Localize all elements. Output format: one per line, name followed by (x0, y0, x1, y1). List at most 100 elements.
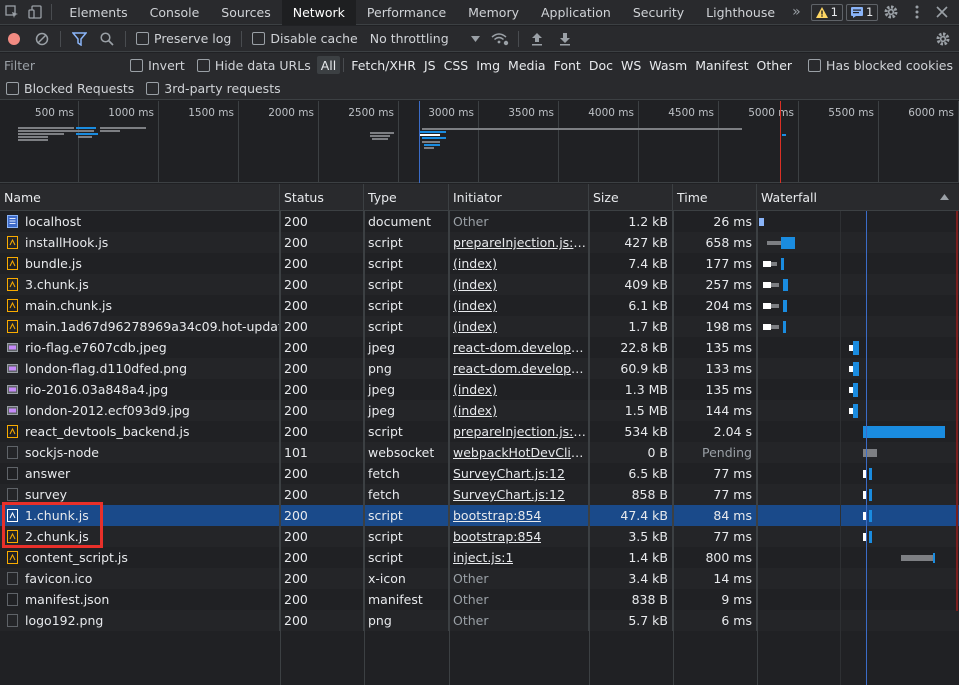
blocked-requests-checkbox[interactable]: Blocked Requests (0, 81, 140, 96)
table-row[interactable]: favicon.ico 200 x-icon Other 3.4 kB 14 ms (0, 568, 959, 589)
initiator-link[interactable]: inject.js:1 (453, 550, 513, 565)
checkbox-box[interactable] (252, 32, 266, 45)
initiator-link[interactable]: (index) (453, 382, 497, 397)
cell-name[interactable]: 2.chunk.js (0, 526, 280, 547)
filter-toggle-button[interactable] (65, 26, 93, 52)
table-row[interactable]: rio-2016.03a848a4.jpg 200 jpeg (index) 1.3 M… (0, 379, 959, 400)
cell-name[interactable]: bundle.js (0, 253, 280, 274)
initiator-link[interactable]: SurveyChart.js:12 (453, 466, 565, 481)
table-row[interactable]: london-flag.d110dfed.png 200 png react-dom.… (0, 358, 959, 379)
table-row[interactable]: localhost 200 document Other 1.2 kB 26 ms (0, 211, 959, 232)
tab-lighthouse[interactable]: Lighthouse (695, 0, 786, 25)
tab-sources[interactable]: Sources (210, 0, 281, 25)
table-row[interactable]: 3.chunk.js 200 script (index) 409 kB 257 ms (0, 274, 959, 295)
type-filter-media[interactable]: Media (504, 56, 550, 74)
initiator-link[interactable]: prepareInjection.js:525 (453, 235, 587, 250)
cell-name[interactable]: manifest.json (0, 589, 280, 610)
table-row[interactable]: sockjs-node 101 websocket webpackHotDevClie… (0, 442, 959, 463)
tab-network[interactable]: Network (281, 0, 356, 25)
has-blocked-cookies-checkbox[interactable]: Has blocked cookies (802, 58, 959, 73)
initiator-link[interactable]: (index) (453, 277, 497, 292)
type-filter-wasm[interactable]: Wasm (645, 56, 691, 74)
network-conditions-button[interactable] (486, 26, 514, 52)
table-row[interactable]: content_script.js 200 script inject.js:1 1.4… (0, 547, 959, 568)
initiator-link[interactable]: SurveyChart.js:12 (453, 487, 565, 502)
throttling-select[interactable]: No throttling (364, 31, 486, 46)
initiator-link[interactable]: (index) (453, 403, 497, 418)
checkbox-box[interactable] (196, 58, 210, 72)
checkbox-box[interactable] (6, 81, 19, 95)
invert-checkbox[interactable]: Invert (124, 58, 191, 73)
import-har-button[interactable] (523, 26, 551, 52)
device-toolbar-icon[interactable] (24, 0, 48, 25)
network-settings-button[interactable] (929, 26, 957, 52)
preserve-log-checkbox[interactable]: Preserve log (130, 31, 237, 46)
checkbox-box[interactable] (146, 81, 160, 95)
initiator-link[interactable]: react-dom.developme… (453, 361, 587, 376)
initiator-link[interactable]: bootstrap:854 (453, 529, 541, 544)
type-filter-img[interactable]: Img (472, 56, 504, 74)
table-row[interactable]: 2.chunk.js 200 script bootstrap:854 3.5 kB 77… (0, 526, 959, 547)
column-header-initiator[interactable]: Initiator (449, 184, 589, 210)
disable-cache-checkbox[interactable]: Disable cache (246, 31, 363, 46)
more-options-icon[interactable] (904, 0, 930, 25)
cell-name[interactable]: sockjs-node (0, 442, 280, 463)
type-filter-ws[interactable]: WS (617, 56, 645, 74)
network-overview-timeline[interactable]: 500 ms 1000 ms 1500 ms 2000 ms 2500 ms 3000 m… (0, 101, 959, 183)
table-row[interactable]: london-2012.ecf093d9.jpg 200 jpeg (index) 1.… (0, 400, 959, 421)
table-row[interactable]: react_devtools_backend.js 200 script prepar… (0, 421, 959, 442)
column-header-name[interactable]: Name (0, 184, 280, 210)
cell-name[interactable]: 1.chunk.js (0, 505, 280, 526)
type-filter-other[interactable]: Other (753, 56, 797, 74)
table-row[interactable]: main.1ad67d96278969a34c09.hot-update.js 2… (0, 316, 959, 337)
settings-gear-icon[interactable] (878, 0, 904, 25)
warnings-badge[interactable]: 1 (810, 3, 843, 21)
column-header-size[interactable]: Size (589, 184, 673, 210)
filter-input[interactable]: Filter (4, 55, 125, 75)
third-party-requests-checkbox[interactable]: 3rd-party requests (140, 81, 286, 96)
cell-name[interactable]: installHook.js (0, 232, 280, 253)
cell-name[interactable]: main.chunk.js (0, 295, 280, 316)
initiator-link[interactable]: prepareInjection.js:525 (453, 424, 587, 439)
type-filter-font[interactable]: Font (550, 56, 585, 74)
type-filter-doc[interactable]: Doc (585, 56, 617, 74)
tab-performance[interactable]: Performance (356, 0, 457, 25)
cell-name[interactable]: logo192.png (0, 610, 280, 631)
table-row[interactable]: installHook.js 200 script prepareInjection.… (0, 232, 959, 253)
table-row[interactable]: main.chunk.js 200 script (index) 6.1 kB 204 m… (0, 295, 959, 316)
tab-console[interactable]: Console (139, 0, 211, 25)
inspect-element-icon[interactable] (0, 0, 24, 25)
cell-name[interactable]: survey (0, 484, 280, 505)
cell-name[interactable]: 3.chunk.js (0, 274, 280, 295)
cell-name[interactable]: localhost (0, 211, 280, 232)
hide-data-urls-checkbox[interactable]: Hide data URLs (191, 58, 317, 73)
table-row[interactable]: bundle.js 200 script (index) 7.4 kB 177 ms (0, 253, 959, 274)
search-button[interactable] (93, 26, 121, 52)
tab-security[interactable]: Security (622, 0, 695, 25)
more-tabs-button[interactable]: » (786, 0, 807, 25)
initiator-link[interactable]: (index) (453, 298, 497, 313)
type-filter-fetch-xhr[interactable]: Fetch/XHR (347, 56, 420, 74)
table-row[interactable]: answer 200 fetch SurveyChart.js:12 6.5 kB 77 … (0, 463, 959, 484)
column-header-time[interactable]: Time (673, 184, 757, 210)
cell-name[interactable]: react_devtools_backend.js (0, 421, 280, 442)
cell-name[interactable]: answer (0, 463, 280, 484)
table-row[interactable]: 1.chunk.js 200 script bootstrap:854 47.4 kB 8… (0, 505, 959, 526)
initiator-link[interactable]: bootstrap:854 (453, 508, 541, 523)
column-header-waterfall[interactable]: Waterfall (757, 184, 959, 210)
type-filter-all[interactable]: All (316, 56, 341, 74)
cell-name[interactable]: content_script.js (0, 547, 280, 568)
table-row[interactable]: rio-flag.e7607cdb.jpeg 200 jpeg react-dom.d… (0, 337, 959, 358)
column-header-type[interactable]: Type (364, 184, 449, 210)
cell-name[interactable]: rio-2016.03a848a4.jpg (0, 379, 280, 400)
table-row[interactable]: logo192.png 200 png Other 5.7 kB 6 ms (0, 610, 959, 631)
checkbox-box[interactable] (136, 32, 149, 45)
export-har-button[interactable] (551, 26, 579, 52)
close-devtools-icon[interactable] (929, 0, 955, 25)
type-filter-css[interactable]: CSS (440, 56, 473, 74)
initiator-link[interactable]: (index) (453, 256, 497, 271)
tab-elements[interactable]: Elements (58, 0, 138, 25)
clear-button[interactable] (28, 26, 56, 52)
tab-memory[interactable]: Memory (457, 0, 530, 25)
cell-name[interactable]: london-flag.d110dfed.png (0, 358, 280, 379)
